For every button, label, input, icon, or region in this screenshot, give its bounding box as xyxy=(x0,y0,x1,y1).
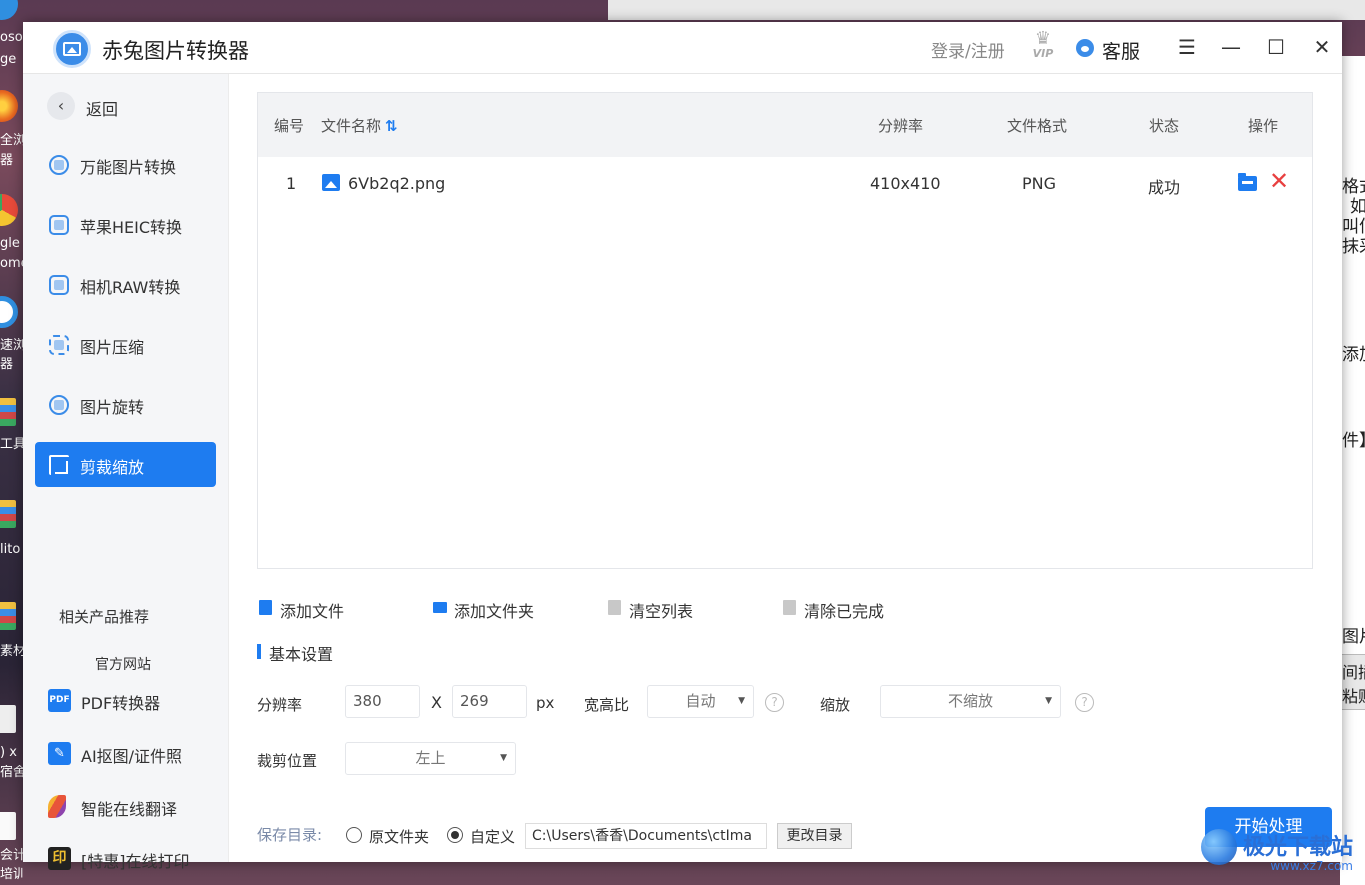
col-filename[interactable]: 文件名称 ⇅ xyxy=(321,115,398,136)
app-logo-icon xyxy=(53,30,91,68)
image-file-icon xyxy=(322,174,340,191)
pdf-icon: PDF xyxy=(48,689,71,712)
print-icon: 印 xyxy=(48,847,71,870)
app-title: 赤兔图片转换器 xyxy=(102,39,249,63)
radio-original-folder[interactable] xyxy=(346,827,362,843)
col-num: 编号 xyxy=(274,117,305,135)
watermark: 极光下载站 www.xz7.com xyxy=(1200,829,1353,873)
col-status: 状态 xyxy=(1149,117,1180,135)
crop-icon xyxy=(49,455,69,475)
delete-icon[interactable]: ✕ xyxy=(1269,169,1289,193)
sidebar-item-raw-convert[interactable]: 相机RAW转换 xyxy=(35,262,216,307)
resolution-label: 分辨率 xyxy=(257,696,303,714)
browser-icon xyxy=(0,90,18,122)
col-action: 操作 xyxy=(1248,117,1279,135)
chevron-left-icon: ‹ xyxy=(47,92,75,120)
sort-icon[interactable]: ⇅ xyxy=(385,117,398,135)
aspect-ratio-label: 宽高比 xyxy=(584,696,630,714)
sidebar-item-heic-convert[interactable]: 苹果HEIC转换 xyxy=(35,202,216,247)
file-table: 编号 文件名称 ⇅ 分辨率 文件格式 状态 操作 1 6Vb2q2.png 410… xyxy=(257,92,1313,569)
title-bar: 赤兔图片转换器 登录/注册 ♛ VIP 客服 ☰ — ☐ ✕ xyxy=(23,22,1342,74)
col-resolution: 分辨率 xyxy=(878,117,924,135)
row-status: 成功 xyxy=(1148,178,1181,197)
broom-icon xyxy=(608,600,621,615)
raw-icon xyxy=(49,275,69,295)
customer-service-icon[interactable] xyxy=(1076,39,1094,57)
sidebar-item-compress[interactable]: 图片压缩 xyxy=(35,322,216,367)
broom-icon xyxy=(783,600,796,615)
watermark-logo-icon xyxy=(1200,829,1237,865)
col-format: 文件格式 xyxy=(1007,117,1068,135)
sidebar: ‹ 返回 万能图片转换 苹果HEIC转换 相机RAW转换 图片压缩 图片旋转 剪… xyxy=(23,74,229,871)
recommend-title: 相关产品推荐 xyxy=(59,608,150,626)
original-folder-label[interactable]: 原文件夹 xyxy=(369,826,429,847)
browser-icon xyxy=(0,296,18,328)
menu-button[interactable]: ☰ xyxy=(1175,34,1199,60)
table-header: 编号 文件名称 ⇅ 分辨率 文件格式 状态 操作 xyxy=(258,93,1312,157)
vip-icon[interactable]: ♛ VIP xyxy=(1029,30,1057,62)
rotate-icon xyxy=(49,395,69,415)
row-format: PNG xyxy=(1022,174,1057,193)
compress-icon xyxy=(49,335,69,355)
app-window: 赤兔图片转换器 登录/注册 ♛ VIP 客服 ☰ — ☐ ✕ ‹ 返回 万能图片… xyxy=(23,22,1342,871)
image-convert-icon xyxy=(49,155,69,175)
sidebar-item-universal-convert[interactable]: 万能图片转换 xyxy=(35,142,216,187)
help-icon[interactable]: ? xyxy=(765,693,784,712)
scale-select[interactable]: 不缩放 ▼ xyxy=(880,685,1061,718)
login-register-link[interactable]: 登录/注册 xyxy=(931,37,1005,62)
maximize-button[interactable]: ☐ xyxy=(1264,34,1288,60)
official-site-link[interactable]: 官方网站 xyxy=(95,654,151,674)
customer-service-button[interactable]: 客服 xyxy=(1102,37,1140,64)
change-directory-button[interactable]: 更改目录 xyxy=(777,823,852,849)
chevron-down-icon: ▼ xyxy=(1045,696,1052,706)
radio-custom-folder[interactable] xyxy=(447,827,463,843)
document-icon xyxy=(0,812,16,840)
chevron-down-icon: ▼ xyxy=(738,696,745,706)
close-button[interactable]: ✕ xyxy=(1310,34,1334,60)
sidebar-item-rotate[interactable]: 图片旋转 xyxy=(35,382,216,427)
document-icon xyxy=(0,705,16,733)
row-num: 1 xyxy=(286,174,297,193)
sidebar-item-crop-resize[interactable]: 剪裁缩放 xyxy=(35,442,216,487)
add-file-icon xyxy=(259,600,272,615)
width-input[interactable]: 380 xyxy=(345,685,420,718)
chrome-icon xyxy=(0,194,18,226)
height-input[interactable]: 269 xyxy=(452,685,527,718)
chevron-down-icon: ▼ xyxy=(500,753,507,763)
archive-icon xyxy=(0,398,16,426)
heic-icon xyxy=(49,215,69,235)
crop-position-select[interactable]: 左上 ▼ xyxy=(345,742,516,775)
translate-icon xyxy=(48,795,66,818)
row-resolution: 410x410 xyxy=(870,174,941,193)
x-separator: X xyxy=(431,693,442,712)
help-icon[interactable]: ? xyxy=(1075,693,1094,712)
folder-icon xyxy=(433,602,447,613)
minimize-button[interactable]: — xyxy=(1219,34,1243,60)
crop-position-label: 裁剪位置 xyxy=(257,752,318,770)
background-document-window: 格式 如 叫何 抹采 添加 件】 图片 间插 粘贴 xyxy=(1340,56,1365,885)
archive-icon xyxy=(0,602,16,630)
save-directory-label: 保存目录: xyxy=(257,826,323,844)
save-path-field[interactable]: C:\Users\香香\Documents\ctIma xyxy=(525,823,767,849)
eraser-icon: ✎ xyxy=(48,742,71,765)
open-folder-icon[interactable] xyxy=(1238,173,1257,191)
background-window-strip xyxy=(608,0,1365,20)
crown-icon: ♛ xyxy=(1034,28,1052,49)
row-filename: 6Vb2q2.png xyxy=(348,174,446,193)
aspect-ratio-select[interactable]: 自动 ▼ xyxy=(647,685,754,718)
custom-folder-label[interactable]: 自定义 xyxy=(470,826,515,847)
px-unit: px xyxy=(536,694,555,712)
scale-label: 缩放 xyxy=(820,696,851,714)
archive-icon xyxy=(0,500,16,528)
table-row[interactable]: 1 6Vb2q2.png 410x410 PNG 成功 ✕ xyxy=(258,157,1312,209)
edge-icon xyxy=(0,0,18,20)
